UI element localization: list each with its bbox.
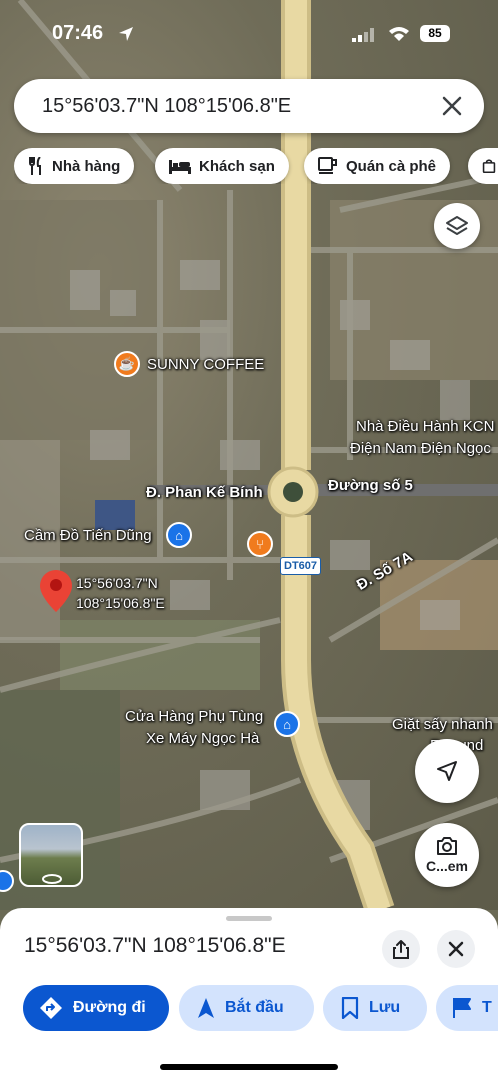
- directions-icon: [40, 997, 62, 1019]
- chip-label: Quán cà phê: [346, 157, 437, 175]
- navigation-arrow-icon: [198, 998, 214, 1018]
- start-label: Bắt đầu: [225, 999, 284, 1016]
- camera-icon: [437, 837, 457, 855]
- pin-coordinate-line-2: 108°15'06.8"E: [76, 595, 165, 611]
- layers-icon: [446, 216, 468, 235]
- label-label: T: [482, 999, 492, 1016]
- save-label: Lưu: [369, 999, 401, 1016]
- shopping-bag-icon: [482, 159, 496, 173]
- map-label-cua-hang-2[interactable]: Xe Máy Ngọc Hà: [146, 730, 259, 747]
- close-icon: [448, 941, 464, 957]
- coffee-cup-icon: [318, 157, 337, 174]
- start-button[interactable]: Bắt đầu: [179, 985, 314, 1031]
- directions-label: Đường đi: [73, 999, 146, 1016]
- shopping-bag-poi-icon[interactable]: ⌂: [166, 522, 192, 548]
- home-indicator[interactable]: [160, 1064, 338, 1070]
- place-title: 15°56'03.7"N 108°15'06.8"E: [24, 934, 286, 957]
- sheet-drag-handle[interactable]: [226, 916, 272, 921]
- share-button[interactable]: [382, 930, 420, 968]
- battery-level: 85: [428, 26, 442, 40]
- chip-restaurants[interactable]: Nhà hàng: [14, 148, 135, 184]
- dropped-pin-icon[interactable]: [40, 570, 72, 612]
- search-bar[interactable]: 15°56'03.7"N 108°15'06.8"E: [14, 79, 484, 133]
- status-bar: 07:46 85: [0, 0, 498, 62]
- cellular-signal-icon: [352, 28, 374, 42]
- category-chips: Nhà hàng Khách sạn Quán cà phê: [14, 148, 498, 184]
- sheet-close-button[interactable]: [437, 930, 475, 968]
- satellite-map[interactable]: ☕ SUNNY COFFEE Nhà Điều Hành KCN Điện Na…: [0, 0, 498, 910]
- bed-icon: [169, 160, 191, 174]
- map-label-nha-dieu-hanh-1[interactable]: Nhà Điều Hành KCN: [356, 418, 494, 435]
- my-location-button[interactable]: [415, 739, 479, 803]
- pin-coordinate-line-1: 15°56'03.7"N: [76, 575, 158, 591]
- restaurant-poi-icon[interactable]: ⑂: [247, 531, 273, 557]
- map-label-phan-ke-binh: Đ. Phan Kế Bính: [146, 484, 263, 501]
- chip-label: Khách sạn: [199, 157, 275, 175]
- camera-lens-button[interactable]: C...em: [415, 823, 479, 887]
- map-label-sunny-coffee[interactable]: SUNNY COFFEE: [147, 356, 264, 373]
- chip-shopping[interactable]: [468, 148, 498, 184]
- flag-icon: [453, 998, 471, 1018]
- place-bottom-sheet[interactable]: 15°56'03.7"N 108°15'06.8"E Đường đi Bắt …: [0, 908, 498, 1080]
- shopping-bag-poi-icon-2[interactable]: ⌂: [274, 711, 300, 737]
- share-icon: [393, 940, 409, 959]
- wifi-icon: [389, 27, 409, 41]
- search-query[interactable]: 15°56'03.7"N 108°15'06.8"E: [42, 95, 291, 118]
- label-button[interactable]: T: [436, 985, 498, 1031]
- status-time: 07:46: [52, 22, 104, 44]
- layers-button[interactable]: [434, 203, 480, 249]
- map-label-cam-do[interactable]: Cầm Đồ Tiến Dũng: [24, 527, 152, 544]
- map-label-cua-hang-1[interactable]: Cửa Hàng Phụ Tùng: [125, 708, 263, 725]
- chip-hotels[interactable]: Khách sạn: [155, 148, 289, 184]
- map-label-nha-dieu-hanh-2[interactable]: Điện Nam Điện Ngọc: [350, 440, 491, 457]
- navigation-arrow-icon: [437, 761, 457, 781]
- fork-knife-icon: [29, 157, 41, 175]
- location-arrow-icon: [119, 27, 133, 41]
- close-icon[interactable]: [438, 92, 466, 120]
- chip-label: Nhà hàng: [52, 157, 121, 175]
- camera-button-label: C...em: [425, 858, 468, 874]
- map-label-giat-say[interactable]: Giặt sấy nhanh: [392, 716, 493, 733]
- save-button[interactable]: Lưu: [323, 985, 427, 1031]
- coffee-poi-icon[interactable]: ☕: [114, 351, 140, 377]
- battery-icon: 85: [420, 25, 450, 42]
- directions-button[interactable]: Đường đi: [23, 985, 169, 1031]
- rotate-360-icon: [42, 874, 62, 884]
- chip-cafes[interactable]: Quán cà phê: [304, 148, 451, 184]
- bookmark-icon: [341, 997, 359, 1019]
- street-view-thumbnail[interactable]: [19, 823, 83, 887]
- map-label-duong-so-5: Đường số 5: [328, 477, 413, 494]
- dt607-shield: DT607: [280, 557, 322, 575]
